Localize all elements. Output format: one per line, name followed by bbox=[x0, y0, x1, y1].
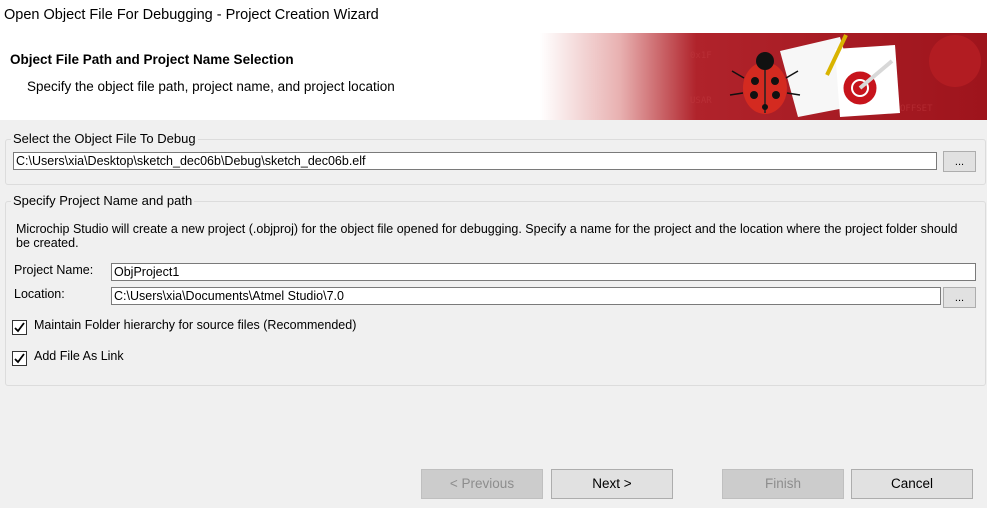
project-description: Microchip Studio will create a new proje… bbox=[16, 222, 958, 250]
object-file-browse-button[interactable]: ... bbox=[943, 151, 976, 172]
page-heading: Object File Path and Project Name Select… bbox=[10, 52, 294, 67]
object-file-path-input[interactable]: C:\Users\xia\Desktop\sketch_dec06b\Debug… bbox=[13, 152, 937, 170]
cancel-button[interactable]: Cancel bbox=[851, 469, 973, 499]
svg-text:0x1F: 0x1F bbox=[690, 51, 712, 61]
maintain-hierarchy-label[interactable]: Maintain Folder hierarchy for source fil… bbox=[34, 318, 356, 332]
checkmark-icon bbox=[14, 322, 25, 333]
window-title: Open Object File For Debugging - Project… bbox=[4, 7, 379, 23]
object-file-group-label: Select the Object File To Debug bbox=[11, 131, 198, 146]
ladybug-banner-image: 0x1FART USAROFFSET bbox=[540, 33, 987, 120]
add-file-as-link-label[interactable]: Add File As Link bbox=[34, 349, 124, 363]
location-input[interactable]: C:\Users\xia\Documents\Atmel Studio\7.0 bbox=[111, 287, 941, 305]
svg-text:USAR: USAR bbox=[690, 96, 712, 106]
next-button[interactable]: Next > bbox=[551, 469, 673, 499]
wizard-banner: Object File Path and Project Name Select… bbox=[0, 33, 987, 120]
add-file-as-link-checkbox[interactable] bbox=[12, 351, 27, 366]
page-subheading: Specify the object file path, project na… bbox=[27, 79, 395, 94]
location-browse-button[interactable]: ... bbox=[943, 287, 976, 308]
project-name-input[interactable]: ObjProject1 bbox=[111, 263, 976, 281]
project-name-label: Project Name: bbox=[14, 263, 94, 277]
svg-text:OFFSET: OFFSET bbox=[900, 104, 933, 114]
finish-button[interactable]: Finish bbox=[722, 469, 844, 499]
project-group-label: Specify Project Name and path bbox=[11, 193, 195, 208]
checkmark-icon bbox=[14, 353, 25, 364]
maintain-hierarchy-checkbox[interactable] bbox=[12, 320, 27, 335]
title-bar: Open Object File For Debugging - Project… bbox=[0, 0, 987, 33]
location-label: Location: bbox=[14, 287, 65, 301]
previous-button[interactable]: < Previous bbox=[421, 469, 543, 499]
